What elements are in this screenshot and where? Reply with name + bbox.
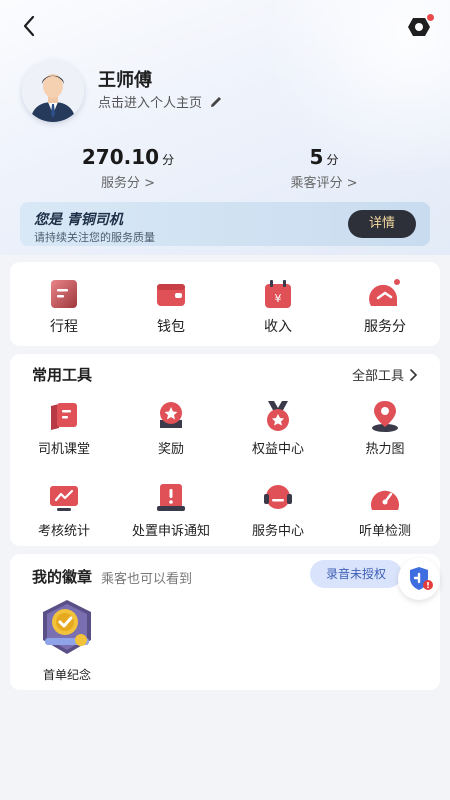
driver-level-banner: 您是 青铜司机 请持续关注您的服务质量 详情 xyxy=(20,202,430,246)
tool-item-reward[interactable]: 奖励 xyxy=(117,398,225,457)
benefits-icon xyxy=(267,401,289,431)
first-order-badge-icon xyxy=(43,600,91,654)
all-tools-link[interactable]: 全部工具 xyxy=(352,365,418,384)
statistics-icon xyxy=(50,486,78,511)
quick-item-trip[interactable]: 行程 xyxy=(10,276,118,336)
quick-item-income[interactable]: ¥ 收入 xyxy=(224,276,332,336)
heatmap-icon xyxy=(372,401,398,432)
reward-icon xyxy=(160,402,182,428)
my-badges-card: 我的徽章 乘客也可以看到 录音未授权 首单纪念 xyxy=(10,554,440,690)
tool-item-benefits[interactable]: 权益中心 xyxy=(224,398,332,457)
tool-item-label: 听单检测 xyxy=(358,524,411,539)
tool-item-order-detection[interactable]: 听单检测 xyxy=(331,480,439,539)
back-button[interactable] xyxy=(16,12,44,40)
common-tools-card: 常用工具 全部工具 司机课堂 奖励 权益中心 热力图 考核统计 处置申诉通知 服… xyxy=(10,354,440,546)
badge-name: 首单纪念 xyxy=(42,668,91,682)
recording-shield-button[interactable] xyxy=(398,558,440,600)
chevron-right-icon xyxy=(410,368,418,381)
service-center-icon xyxy=(264,485,292,509)
tool-item-label: 热力图 xyxy=(365,442,405,457)
trip-icon xyxy=(51,280,77,308)
tool-item-label: 服务中心 xyxy=(251,524,304,539)
message-button[interactable] xyxy=(406,14,434,40)
tool-item-classroom[interactable]: 司机课堂 xyxy=(10,398,118,457)
profile-link-text: 点击进入个人主页 xyxy=(98,96,203,111)
quick-item-label: 服务分 xyxy=(364,319,406,335)
service-score-icon xyxy=(369,279,400,306)
quick-item-label: 行程 xyxy=(50,319,78,335)
level-detail-button[interactable]: 详情 xyxy=(348,210,416,238)
my-badges-title: 我的徽章 xyxy=(32,568,93,586)
tool-item-label: 考核统计 xyxy=(37,524,90,539)
tool-item-label: 奖励 xyxy=(157,442,184,457)
classroom-icon xyxy=(51,403,77,430)
wallet-icon xyxy=(157,284,185,306)
appeal-icon xyxy=(157,484,185,511)
top-bar xyxy=(0,0,450,56)
passenger-rating-value: 5分 xyxy=(309,145,339,169)
passenger-rating-label: 乘客评分 > xyxy=(290,176,358,191)
order-detection-icon xyxy=(371,490,399,510)
tool-item-service-center[interactable]: 服务中心 xyxy=(224,480,332,539)
all-tools-label: 全部工具 xyxy=(351,369,404,384)
recording-status-pill[interactable]: 录音未授权 xyxy=(310,560,402,588)
level-title: 您是 青铜司机 xyxy=(34,212,123,228)
income-icon: ¥ xyxy=(265,280,291,308)
service-score-label: 服务分 > xyxy=(100,176,156,191)
level-subtitle: 请持续关注您的服务质量 xyxy=(34,231,155,244)
avatar[interactable] xyxy=(22,60,84,122)
my-badges-subtitle: 乘客也可以看到 xyxy=(101,572,193,587)
quick-item-wallet[interactable]: 钱包 xyxy=(117,276,225,336)
tool-item-label: 处置申诉通知 xyxy=(131,524,210,539)
tool-item-label: 权益中心 xyxy=(251,442,304,457)
profile-link[interactable]: 点击进入个人主页 xyxy=(98,92,224,111)
service-score-stat[interactable]: 270.10 分 服务分 > xyxy=(48,145,208,191)
common-tools-title: 常用工具 xyxy=(32,366,93,384)
shield-alert-icon xyxy=(410,567,433,590)
chevron-left-icon xyxy=(23,15,35,37)
service-score-value: 270.10 分 xyxy=(81,145,175,169)
driver-name: 王师傅 xyxy=(98,70,152,91)
notification-dot xyxy=(427,14,434,21)
quick-actions-card: 行程 钱包 ¥ 收入 服务分 xyxy=(10,262,440,346)
tool-item-label: 司机课堂 xyxy=(37,442,90,457)
tool-item-appeal[interactable]: 处置申诉通知 xyxy=(117,480,225,539)
quick-item-label: 钱包 xyxy=(157,319,185,335)
svg-text:¥: ¥ xyxy=(275,292,282,305)
quick-item-label: 收入 xyxy=(264,319,292,335)
driver-avatar-image xyxy=(22,60,84,122)
pencil-icon[interactable] xyxy=(208,94,224,110)
quick-item-service-score[interactable]: 服务分 xyxy=(331,276,439,336)
tool-item-heatmap[interactable]: 热力图 xyxy=(331,398,439,457)
passenger-rating-stat[interactable]: 5分 乘客评分 > xyxy=(244,145,404,191)
badge-item[interactable]: 首单纪念 xyxy=(32,596,102,683)
tool-item-statistics[interactable]: 考核统计 xyxy=(10,480,118,539)
